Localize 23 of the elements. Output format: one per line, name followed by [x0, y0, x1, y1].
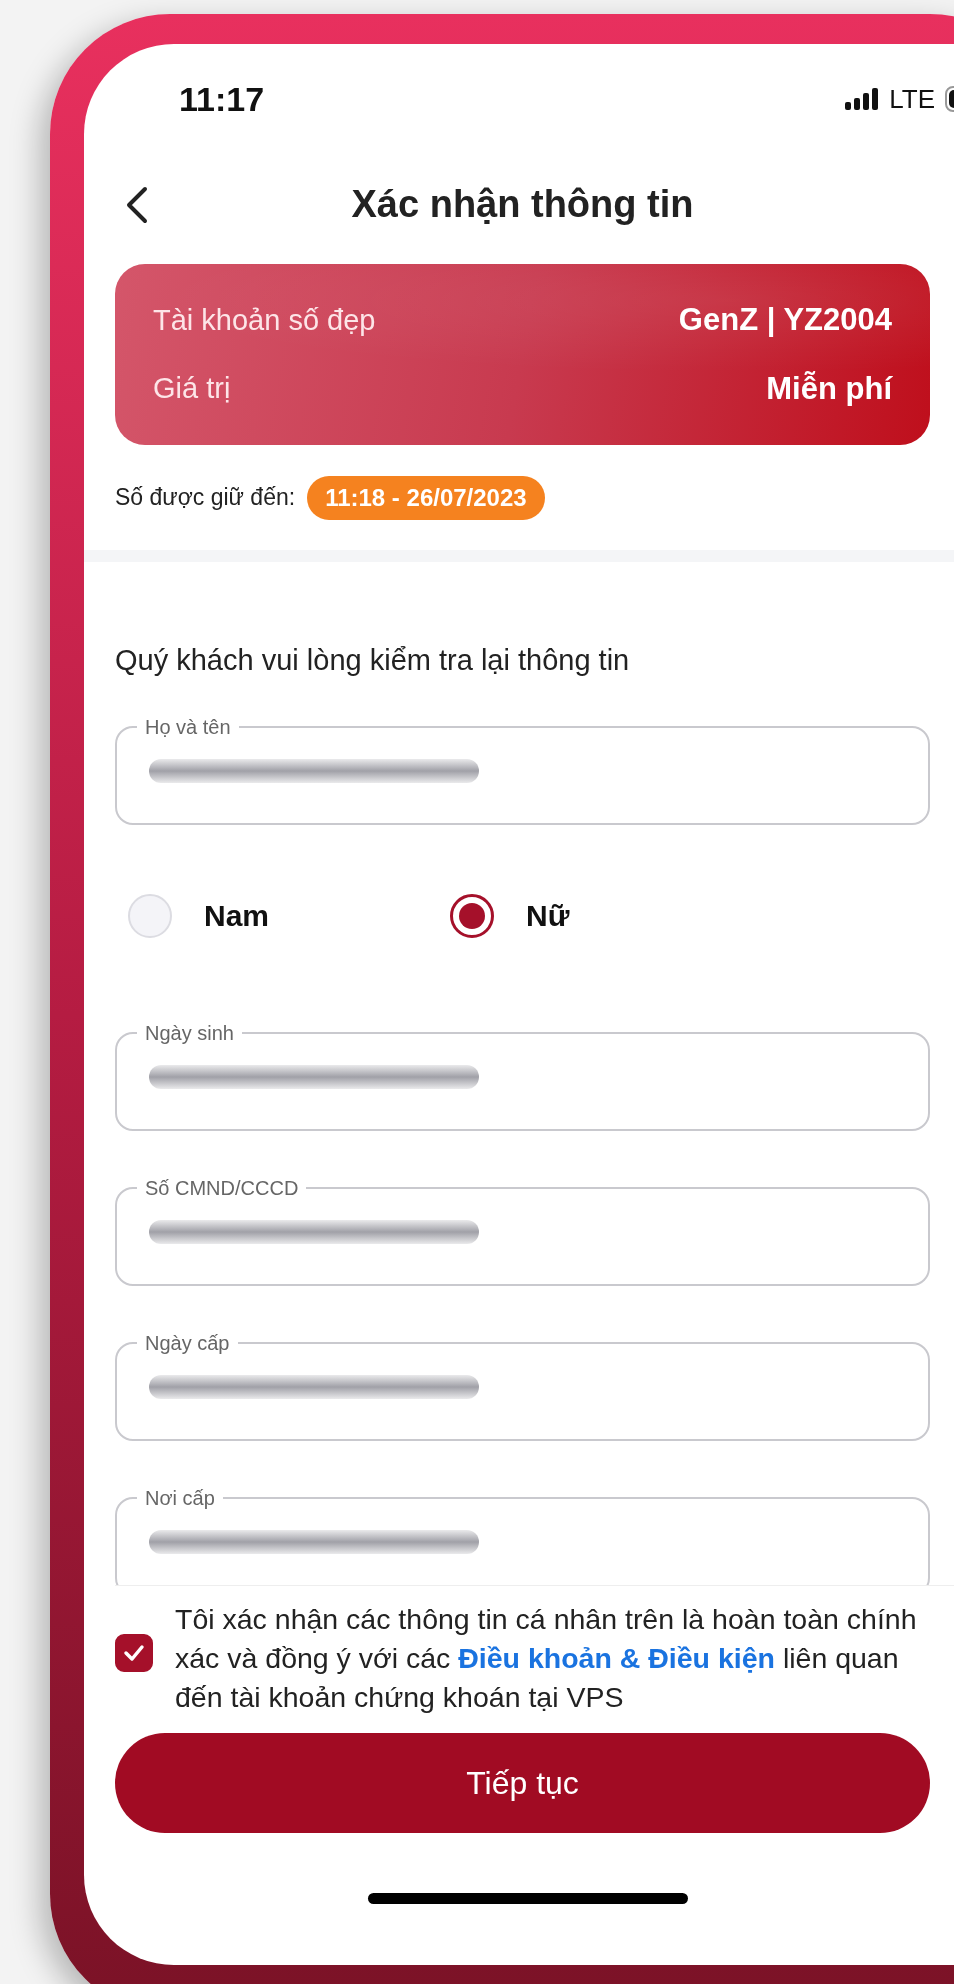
card-label: Tài khoản số đẹp: [153, 303, 376, 337]
page-title: Xác nhận thông tin: [351, 183, 694, 226]
consent-text: Tôi xác nhận các thông tin cá nhân trên là hoàn toàn chính xác và đồng ý với các Điều khoản & Điều kiện liên quan đến tài khoản chứng khoán tại VPS: [175, 1602, 918, 1715]
input-field[interactable]: Nơi cấp: [115, 1486, 930, 1585]
card-value: GenZ | YZ2004: [678, 302, 892, 339]
back-button[interactable]: [125, 186, 149, 224]
network-label: LTE: [889, 83, 935, 115]
continue-button[interactable]: Tiếp tục: [115, 1733, 930, 1833]
input-field[interactable]: Số CMND/CCCD: [115, 1176, 930, 1286]
terms-link[interactable]: Điều khoản & Điều kiện: [458, 1642, 775, 1674]
signal-icon: [845, 88, 880, 110]
card-label: Giá trị: [153, 372, 231, 406]
status-time: 11:17: [179, 79, 265, 119]
radio-button[interactable]: [450, 894, 494, 938]
card-value: Miễn phí: [766, 370, 892, 407]
input-field[interactable]: Ngày cấp: [115, 1331, 930, 1441]
radio-label: Nữ: [526, 899, 570, 933]
hold-time-badge: 11:18 - 26/07/2023: [307, 475, 545, 520]
check-icon: [123, 1644, 145, 1662]
hold-label: Số được giữ đến:: [115, 484, 296, 511]
instruction-text: Quý khách vui lòng kiểm tra lại thông tin: [115, 644, 631, 677]
checkbox[interactable]: [115, 1634, 153, 1672]
radio-label: Nam: [204, 899, 270, 933]
